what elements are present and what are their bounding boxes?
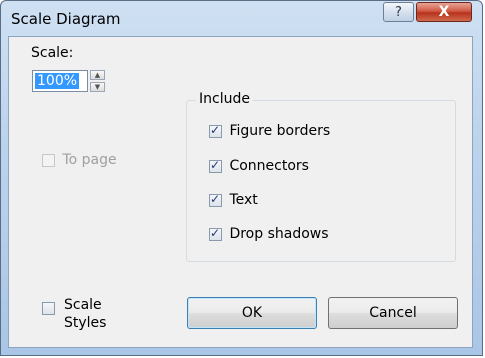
connectors-label: Connectors xyxy=(229,158,309,174)
include-item[interactable]: Drop shadows xyxy=(209,226,329,242)
spin-down-icon[interactable]: ▼ xyxy=(90,82,105,92)
spin-up-icon[interactable]: ▲ xyxy=(90,70,105,80)
scale-styles-label-line2: Styles xyxy=(64,315,107,331)
include-item[interactable]: Text xyxy=(209,192,258,208)
scale-label: Scale: xyxy=(31,45,74,61)
scale-styles-label: Scale Styles xyxy=(64,296,106,332)
title-bar[interactable]: Scale Diagram ? X xyxy=(1,1,482,37)
to-page-checkbox[interactable] xyxy=(42,153,55,167)
scale-value: 100% xyxy=(35,73,80,89)
ok-button[interactable]: OK xyxy=(187,297,317,329)
scale-styles-label-line1: Scale xyxy=(64,297,102,313)
text-checkbox[interactable] xyxy=(209,192,222,207)
scale-styles-checkbox-row[interactable] xyxy=(42,300,55,316)
help-button[interactable]: ? xyxy=(383,2,414,22)
help-icon: ? xyxy=(395,5,402,20)
connectors-checkbox[interactable] xyxy=(209,158,222,173)
to-page-label: To page xyxy=(62,152,117,168)
scale-spinner[interactable]: ▲ ▼ xyxy=(90,70,105,92)
to-page-checkbox-row[interactable]: To page xyxy=(42,152,117,168)
close-button[interactable]: X xyxy=(416,2,472,22)
include-item[interactable]: Connectors xyxy=(209,158,309,174)
scale-styles-checkbox[interactable] xyxy=(42,301,55,315)
drop-shadows-checkbox[interactable] xyxy=(209,226,222,241)
text-label: Text xyxy=(229,192,258,208)
figure-borders-checkbox[interactable] xyxy=(209,123,222,138)
dialog-title: Scale Diagram xyxy=(11,10,121,28)
include-item[interactable]: Figure borders xyxy=(209,123,330,139)
figure-borders-label: Figure borders xyxy=(229,123,331,139)
scale-input[interactable]: 100% xyxy=(32,70,88,92)
close-icon: X xyxy=(438,4,450,20)
include-legend: Include xyxy=(196,91,253,107)
drop-shadows-label: Drop shadows xyxy=(229,226,329,242)
cancel-button[interactable]: Cancel xyxy=(328,297,458,329)
